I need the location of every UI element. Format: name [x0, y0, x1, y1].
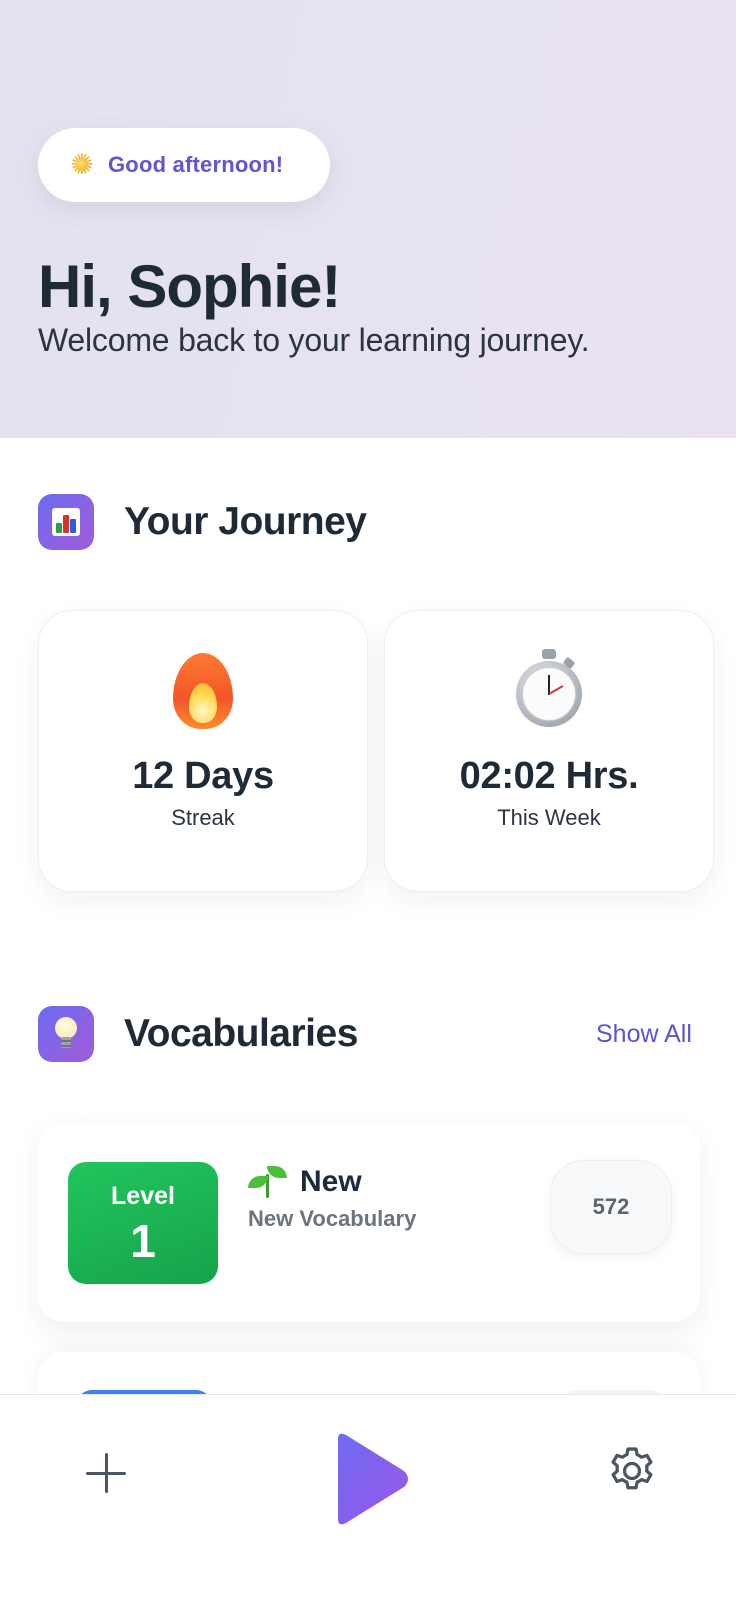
- streak-card[interactable]: 12 Days Streak: [38, 610, 368, 892]
- time-label: This Week: [497, 805, 601, 830]
- gear-icon[interactable]: [604, 1443, 660, 1499]
- word-count-badge: 572: [550, 1160, 672, 1254]
- welcome-subtitle: Welcome back to your learning journey.: [38, 322, 590, 358]
- streak-label: Streak: [171, 805, 235, 830]
- level-subtitle: New Vocabulary: [248, 1206, 417, 1231]
- plus-icon[interactable]: [86, 1453, 126, 1493]
- level-card[interactable]: Level 1 New New Vocabulary 572: [38, 1122, 700, 1322]
- fire-icon: [171, 649, 235, 729]
- page-title: Hi, Sophie!: [38, 253, 341, 320]
- sprout-icon: [248, 1164, 288, 1200]
- greeting-pill: ✺ Good afternoon!: [38, 128, 330, 202]
- section-title-vocabularies: Vocabularies: [124, 1012, 358, 1055]
- app-screen: ✺ Good afternoon! Hi, Sophie! Welcome ba…: [0, 0, 736, 1600]
- time-card[interactable]: 02:02 Hrs. This Week: [384, 610, 714, 892]
- show-all-link[interactable]: Show All: [596, 1020, 692, 1049]
- stopwatch-icon: [514, 649, 584, 729]
- time-value: 02:02 Hrs.: [459, 755, 639, 797]
- bar-chart-icon: [38, 494, 94, 550]
- level-title: New: [300, 1165, 362, 1198]
- level-badge-label: Level: [111, 1182, 175, 1210]
- section-title-journey: Your Journey: [124, 500, 367, 543]
- bottom-nav-bar: [0, 1394, 736, 1600]
- level-info: New New Vocabulary: [248, 1164, 416, 1232]
- streak-value: 12 Days: [132, 755, 274, 797]
- lightbulb-icon: [38, 1006, 94, 1062]
- play-icon[interactable]: [330, 1431, 410, 1527]
- header-hero: ✺ Good afternoon! Hi, Sophie! Welcome ba…: [0, 0, 736, 438]
- greeting-text: Good afternoon!: [108, 152, 284, 177]
- sun-icon: ✺: [68, 151, 96, 179]
- level-badge: Level 1: [68, 1162, 218, 1284]
- level-badge-number: 1: [130, 1215, 156, 1267]
